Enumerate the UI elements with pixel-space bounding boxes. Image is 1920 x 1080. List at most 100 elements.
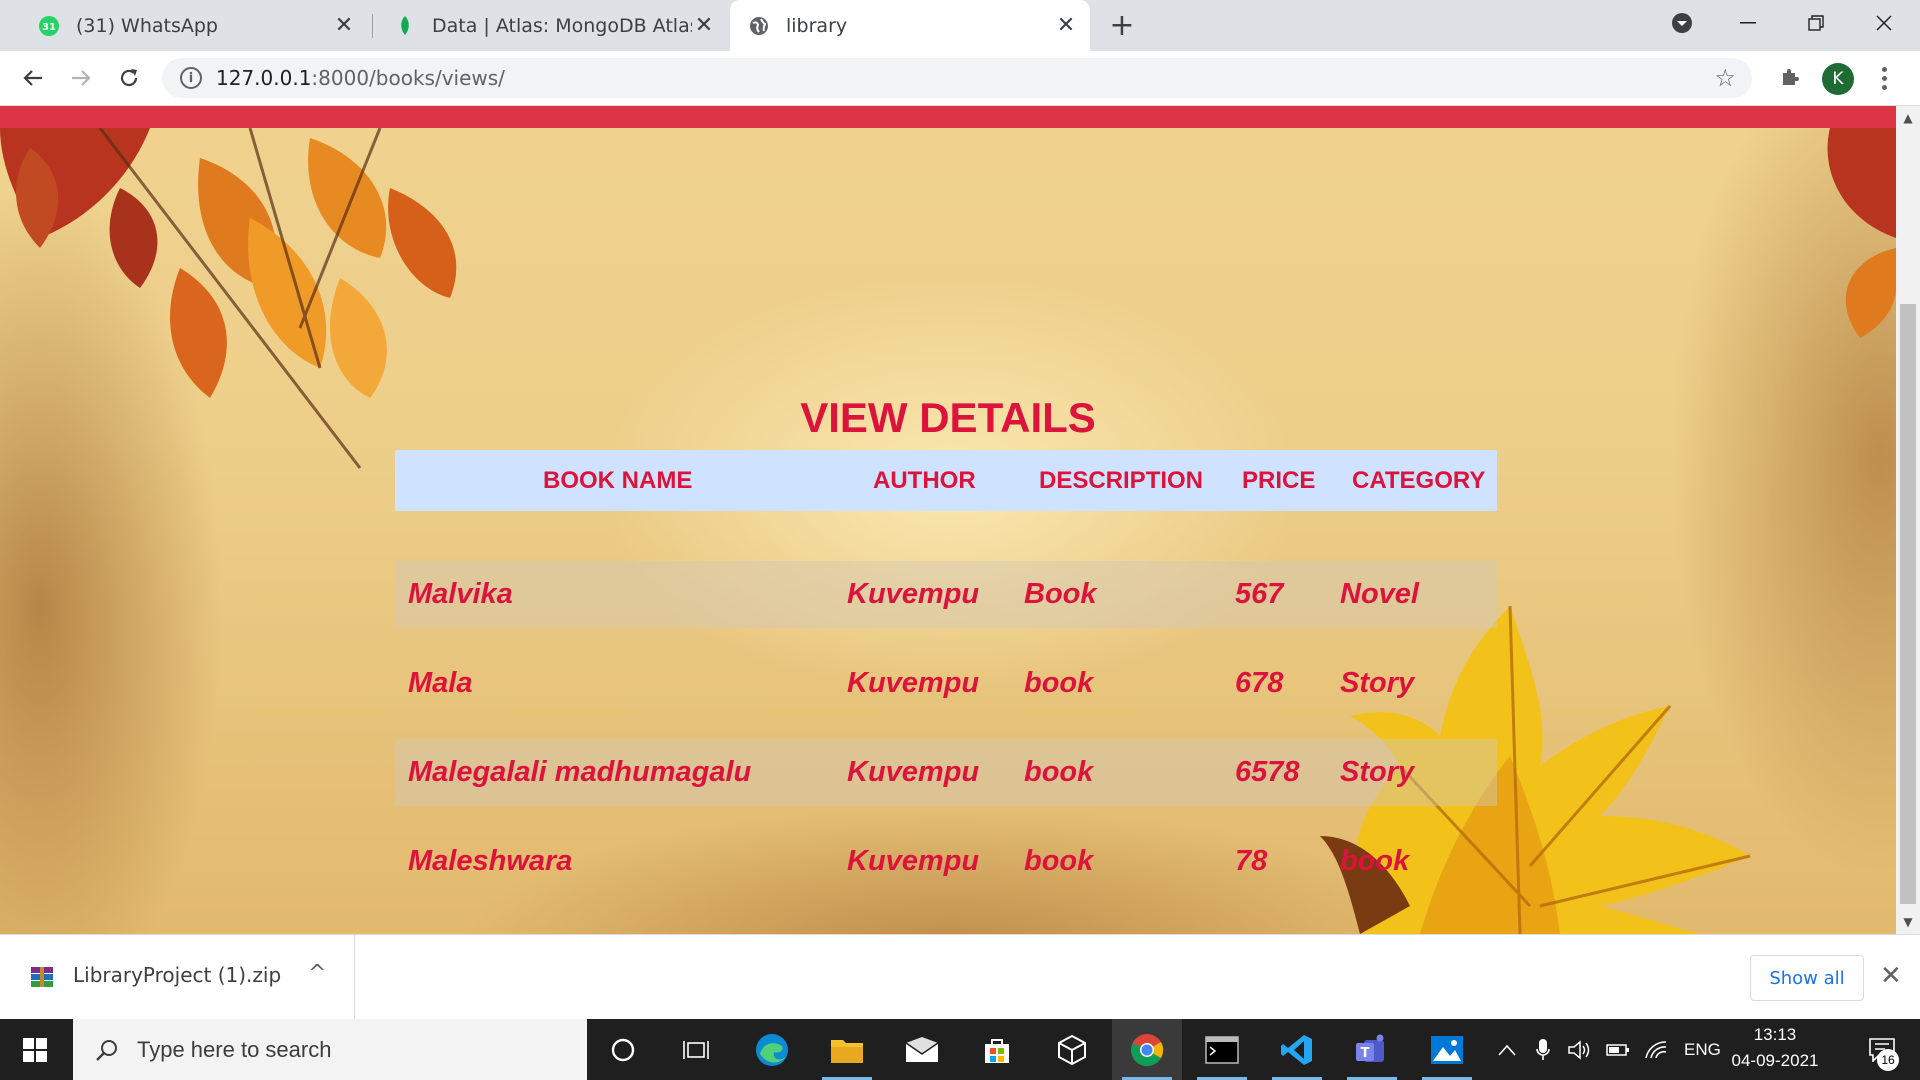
windows-taskbar: Type here to search T ENG 13:13 04-09-20… (0, 1019, 1920, 1080)
clock-time: 13:13 (1753, 1025, 1797, 1044)
cell-book-name: Malvika (408, 578, 513, 610)
close-icon[interactable]: ✕ (332, 13, 356, 38)
search-placeholder: Type here to search (137, 1036, 332, 1062)
edge-browser-icon[interactable] (737, 1019, 807, 1080)
address-bar[interactable]: i 127.0.0.1:8000/books/views/ ☆ (162, 58, 1752, 98)
close-icon (1876, 15, 1892, 31)
page-viewport: VIEW DETAILS BOOK NAME AUTHOR DESCRIPTIO… (0, 106, 1896, 934)
zip-archive-icon (31, 967, 53, 987)
microsoft-store-icon[interactable] (962, 1019, 1032, 1080)
download-item[interactable]: LibraryProject (1).zip ^ (0, 935, 355, 1020)
table-row: Malvika Kuvempu Book 567 Novel (395, 561, 1497, 628)
file-explorer-icon[interactable] (812, 1019, 882, 1080)
header-author: AUTHOR (873, 467, 976, 494)
whatsapp-badge: 31 (42, 22, 56, 33)
photos-icon[interactable] (1412, 1019, 1482, 1080)
mail-icon[interactable] (887, 1019, 957, 1080)
cell-price: 6578 (1235, 756, 1300, 788)
header-price: PRICE (1242, 467, 1316, 494)
tab-separator (372, 14, 373, 38)
restore-button[interactable] (1796, 8, 1836, 38)
table-header: BOOK NAME AUTHOR DESCRIPTION PRICE CATEG… (395, 450, 1497, 511)
cell-category: Novel (1340, 578, 1419, 610)
forward-button[interactable] (64, 61, 98, 95)
battery-icon[interactable] (1606, 1019, 1630, 1080)
start-button[interactable] (0, 1019, 70, 1080)
minimize-button[interactable] (1728, 8, 1768, 38)
reload-icon (120, 69, 138, 87)
download-bar: LibraryProject (1).zip ^ Show all ✕ (0, 934, 1920, 1020)
top-accent-bar (0, 106, 1896, 128)
wifi-icon[interactable] (1644, 1019, 1668, 1080)
task-view-icon[interactable] (661, 1019, 731, 1080)
close-icon[interactable]: ✕ (692, 13, 716, 38)
tab-strip: 31 (31) WhatsApp ✕ Data | Atlas: MongoDB… (0, 0, 1920, 51)
cell-book-name: Mala (408, 667, 473, 699)
close-icon[interactable]: ✕ (1054, 13, 1078, 38)
search-icon (96, 1039, 117, 1061)
cell-price: 678 (1235, 667, 1284, 699)
info-icon[interactable]: i (180, 67, 202, 89)
cell-description: book (1024, 845, 1094, 877)
page-scrollbar[interactable]: ▲ ▼ (1896, 106, 1920, 934)
new-tab-button[interactable]: + (1107, 8, 1137, 43)
chevron-up-icon[interactable]: ^ (308, 961, 326, 986)
arrow-right-icon (72, 70, 91, 86)
tab-title: Data | Atlas: MongoDB Atlas (432, 14, 692, 37)
microphone-icon[interactable] (1536, 1019, 1550, 1080)
url-path: :8000/books/views/ (311, 66, 505, 90)
close-window-button[interactable] (1864, 8, 1904, 38)
volume-icon[interactable] (1568, 1019, 1592, 1080)
arrow-left-icon (23, 70, 42, 86)
tab-title: (31) WhatsApp (76, 14, 218, 37)
autumn-leaf-corner-image (1827, 128, 1896, 338)
tab-mongodb[interactable]: Data | Atlas: MongoDB Atlas ✕ (376, 0, 728, 51)
notification-count-badge: 16 (1877, 1049, 1899, 1071)
browser-toolbar: i 127.0.0.1:8000/books/views/ ☆ K (0, 51, 1920, 106)
cell-price: 78 (1235, 845, 1268, 877)
terminal-icon[interactable] (1187, 1019, 1257, 1080)
chevron-down-icon (1672, 13, 1692, 33)
cell-category: Story (1340, 667, 1415, 699)
cell-book-name: Malegalali madhumagalu (408, 756, 752, 788)
scroll-down-arrow-icon[interactable]: ▼ (1896, 910, 1920, 934)
tab-library[interactable]: library ✕ (730, 0, 1090, 51)
clock-date: 04-09-2021 (1731, 1051, 1819, 1070)
profile-avatar[interactable]: K (1822, 63, 1854, 95)
table-row: Mala Kuvempu book 678 Story (395, 650, 1497, 717)
taskbar-search-box[interactable]: Type here to search (73, 1019, 587, 1080)
chrome-icon[interactable] (1112, 1019, 1182, 1080)
cell-author: Kuvempu (847, 845, 980, 877)
menu-dots-icon[interactable] (1874, 61, 1894, 95)
cell-category: Story (1340, 756, 1415, 788)
cell-book-name: Maleshwara (408, 845, 573, 877)
reload-button[interactable] (112, 61, 146, 95)
scroll-up-arrow-icon[interactable]: ▲ (1896, 106, 1920, 130)
teams-icon[interactable]: T (1337, 1019, 1407, 1080)
back-button[interactable] (16, 61, 50, 95)
cell-author: Kuvempu (847, 756, 980, 788)
tab-search-button[interactable] (1662, 8, 1702, 38)
vscode-icon[interactable] (1262, 1019, 1332, 1080)
clock[interactable]: 13:13 04-09-2021 (1730, 1025, 1820, 1071)
scroll-thumb[interactable] (1900, 304, 1916, 904)
cortana-icon[interactable] (588, 1019, 658, 1080)
show-hidden-icons-chevron-up-icon[interactable] (1498, 1019, 1516, 1080)
table-row: Malegalali madhumagalu Kuvempu book 6578… (395, 739, 1497, 806)
mongodb-leaf-icon (394, 15, 416, 37)
cell-price: 567 (1235, 578, 1284, 610)
restore-icon (1808, 15, 1824, 31)
bookmark-star-icon[interactable]: ☆ (1714, 64, 1736, 92)
tab-whatsapp[interactable]: 31 (31) WhatsApp ✕ (8, 0, 368, 51)
tab-title: library (786, 14, 848, 37)
extensions-puzzle-icon[interactable] (1776, 62, 1806, 92)
close-icon[interactable]: ✕ (1880, 961, 1902, 991)
3d-box-app-icon[interactable] (1037, 1019, 1107, 1080)
svg-text:T: T (1361, 1046, 1370, 1061)
page-title: VIEW DETAILS (800, 394, 1096, 441)
header-category: CATEGORY (1352, 467, 1486, 494)
show-all-button[interactable]: Show all (1750, 955, 1864, 1001)
language-indicator[interactable]: ENG (1684, 1019, 1721, 1080)
url-host: 127.0.0.1 (216, 66, 312, 90)
cell-author: Kuvempu (847, 667, 980, 699)
